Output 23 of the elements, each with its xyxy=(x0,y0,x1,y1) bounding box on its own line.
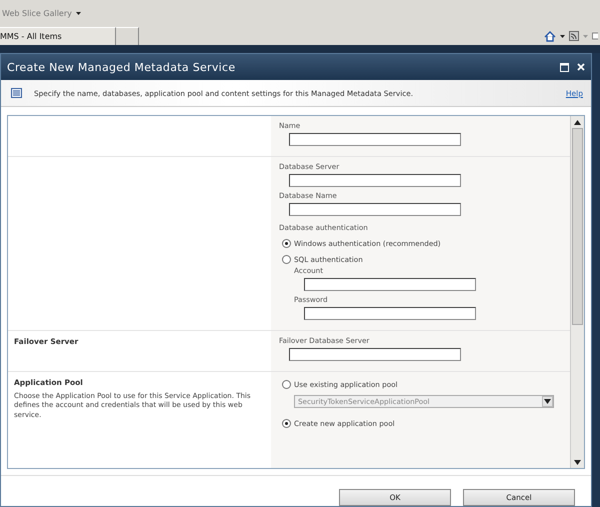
radio-button[interactable] xyxy=(282,255,291,264)
radio-button[interactable] xyxy=(282,380,291,389)
close-icon[interactable] xyxy=(577,63,585,71)
list-icon xyxy=(11,88,22,98)
radio-button[interactable] xyxy=(282,239,291,248)
input-field[interactable] xyxy=(289,174,461,187)
input-field[interactable] xyxy=(304,278,476,291)
input-field[interactable] xyxy=(304,307,476,320)
browser-tab[interactable]: MMS - All Items xyxy=(0,27,116,45)
page-icon[interactable] xyxy=(592,31,598,41)
input-field[interactable] xyxy=(289,133,461,146)
input-field[interactable] xyxy=(289,203,461,216)
feed-icon[interactable] xyxy=(569,31,579,41)
maximize-icon[interactable] xyxy=(560,62,569,72)
input-field[interactable] xyxy=(289,348,461,361)
caret-icon xyxy=(76,12,81,15)
scrollbar[interactable] xyxy=(570,116,584,468)
dialog-title: Create New Managed Metadata Service xyxy=(7,60,236,74)
scroll-up-icon[interactable] xyxy=(574,120,581,124)
scroll-down-icon[interactable] xyxy=(574,460,581,464)
home-icon[interactable] xyxy=(544,30,556,42)
caret-icon[interactable] xyxy=(560,34,565,38)
radio-button[interactable] xyxy=(282,419,291,428)
